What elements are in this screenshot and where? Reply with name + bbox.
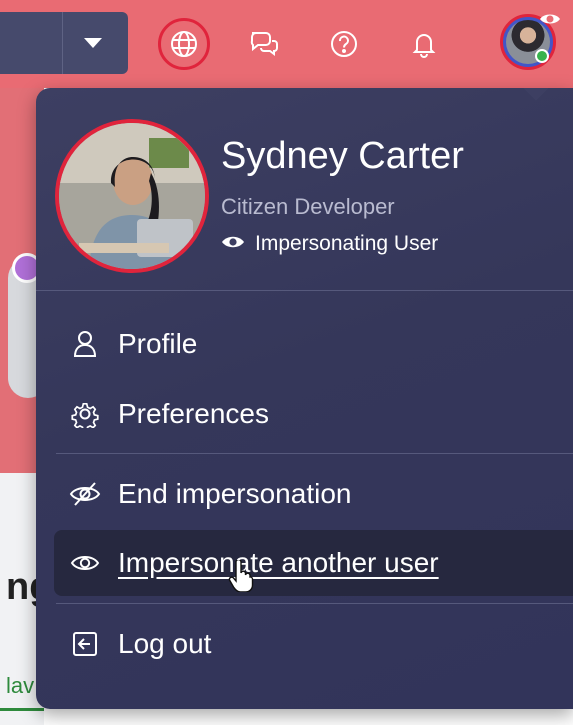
user-menu-dropdown: Sydney Carter Citizen Developer Imperson… — [36, 88, 573, 709]
split-divider — [62, 12, 63, 74]
profile-photo — [55, 119, 209, 273]
menu-item-label: End impersonation — [118, 478, 352, 509]
impersonation-status: Impersonating User — [221, 230, 438, 258]
menu-item-preferences[interactable]: Preferences — [54, 381, 573, 447]
bell-icon[interactable] — [398, 18, 450, 70]
person-icon — [68, 327, 102, 361]
menu-item-label: Impersonate another user — [118, 547, 439, 578]
eye-icon — [539, 11, 561, 32]
eye-icon — [221, 234, 245, 255]
eye-off-icon — [68, 477, 102, 511]
menu-item-end-impersonation[interactable]: End impersonation — [54, 461, 573, 527]
hand-cursor-icon — [228, 558, 254, 597]
menu-divider — [56, 603, 573, 604]
dropdown-pointer — [523, 88, 549, 101]
help-icon[interactable] — [318, 18, 370, 70]
menu-divider — [36, 290, 573, 291]
user-name: Sydney Carter — [221, 135, 464, 177]
online-status-badge — [535, 49, 549, 63]
header-bar — [0, 0, 573, 88]
menu-item-profile[interactable]: Profile — [54, 311, 573, 377]
logout-icon — [68, 627, 102, 661]
split-dropdown-button[interactable] — [0, 12, 128, 74]
menu-item-label: Preferences — [118, 398, 269, 429]
impersonation-status-label: Impersonating User — [255, 232, 439, 255]
menu-item-label: Profile — [118, 328, 198, 359]
menu-item-label: Log out — [118, 628, 212, 659]
menu-item-log-out[interactable]: Log out — [54, 611, 573, 677]
menu-divider — [56, 453, 573, 454]
active-tab-indicator — [0, 708, 44, 711]
page-link-fragment[interactable]: lav — [6, 673, 34, 699]
menu-item-impersonate-another-user[interactable]: Impersonate another user — [54, 530, 573, 596]
chat-icon[interactable] — [238, 18, 290, 70]
eye-icon — [68, 546, 102, 580]
globe-icon[interactable] — [158, 18, 210, 70]
chevron-down-icon[interactable] — [84, 38, 102, 48]
user-role: Citizen Developer — [221, 194, 395, 219]
gear-icon — [68, 397, 102, 431]
